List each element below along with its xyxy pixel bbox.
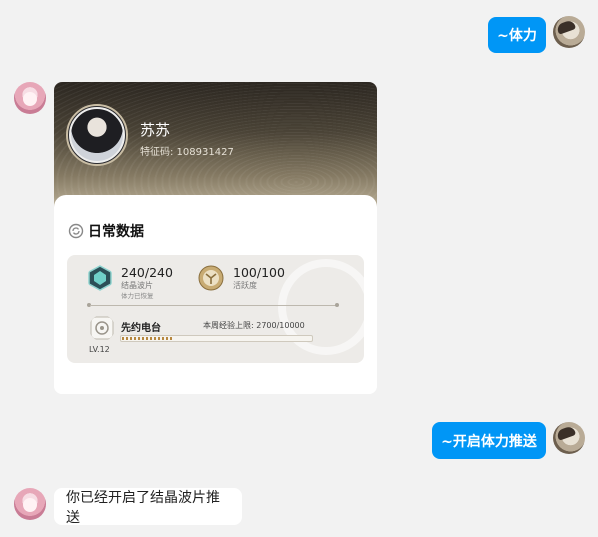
battlepass-limit: 本周经验上限: 2700/10000: [203, 321, 305, 330]
battlepass-level: LV.12: [89, 345, 110, 354]
bot-avatar[interactable]: [14, 82, 46, 114]
battlepass-name: 先约电台: [121, 323, 161, 334]
refresh-icon: [68, 223, 84, 239]
section-title: 日常数据: [68, 221, 144, 241]
character-avatar: [66, 104, 128, 166]
crystal-icon: [88, 265, 112, 291]
user-message-bubble[interactable]: ~体力: [488, 17, 546, 53]
stamina-card[interactable]: 苏苏 特征码: 108931427 日常数据 240/240 结晶波片 体力已恢…: [54, 82, 377, 394]
activity-icon: [198, 265, 224, 291]
bot-avatar[interactable]: [14, 488, 46, 520]
progress-fill: [122, 337, 173, 340]
player-name: 苏苏: [140, 121, 171, 139]
player-uid: 特征码: 108931427: [140, 147, 234, 158]
message-text: ~体力: [497, 28, 537, 44]
card-header: 苏苏 特征码: 108931427: [54, 82, 377, 207]
daily-data-panel: 240/240 结晶波片 体力已恢复 100/100 活跃度 LV.12 先约电…: [67, 255, 364, 363]
message-text: 你已经开启了结晶波片推送: [66, 489, 220, 526]
user-avatar[interactable]: [553, 16, 585, 48]
user-avatar[interactable]: [553, 422, 585, 454]
divider: [90, 305, 336, 306]
stamina-sub: 体力已恢复: [121, 292, 154, 300]
bot-message-bubble[interactable]: 你已经开启了结晶波片推送: [54, 488, 242, 526]
stamina-value: 240/240: [121, 265, 173, 280]
message-text: ~开启体力推送: [441, 433, 537, 450]
activity-label: 活跃度: [233, 281, 257, 290]
activity-value: 100/100: [233, 265, 285, 280]
section-title-text: 日常数据: [88, 224, 144, 240]
radio-icon: [90, 316, 114, 340]
user-message-bubble[interactable]: ~开启体力推送: [432, 422, 546, 459]
battlepass-progress-bar: [120, 335, 313, 342]
